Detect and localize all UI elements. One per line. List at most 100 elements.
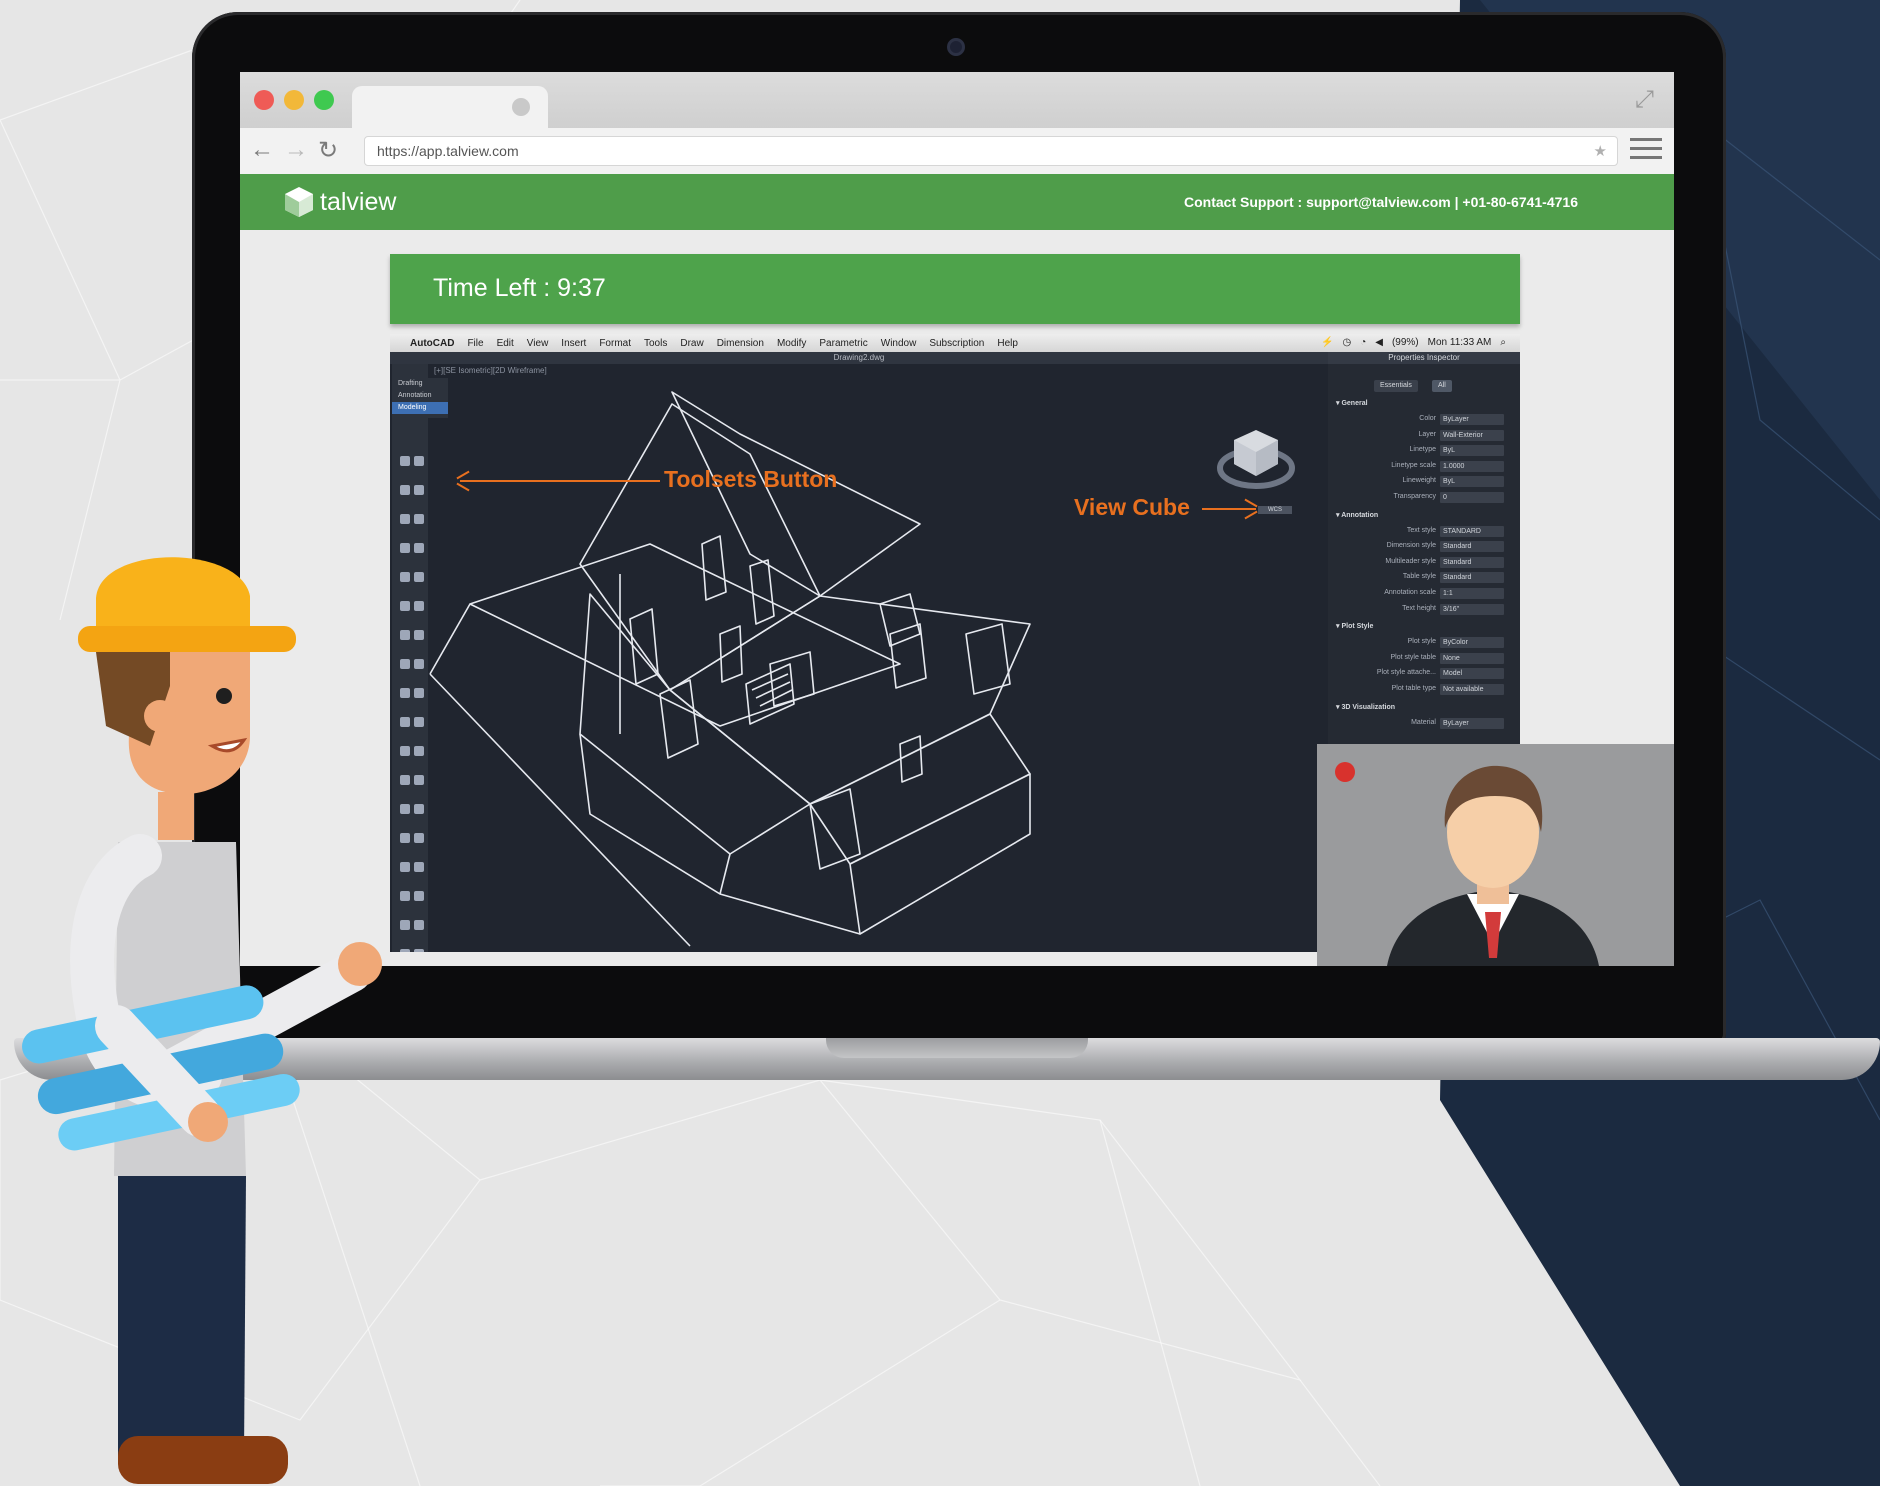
toolset-item-selected[interactable]: Modeling xyxy=(392,402,448,414)
property-key: Linetype xyxy=(1409,446,1436,454)
reload-icon[interactable]: ↻ xyxy=(318,136,338,165)
menu-clock[interactable]: Mon 11:33 AM xyxy=(1428,337,1492,348)
tool-icon[interactable] xyxy=(400,514,410,524)
window-zoom-button[interactable] xyxy=(314,90,334,110)
property-key: Plot style table xyxy=(1390,653,1436,661)
property-key: Text style xyxy=(1406,526,1436,534)
property-row: Multileader style Standard xyxy=(1328,555,1520,571)
viewport-controls[interactable]: [+][SE Isometric][2D Wireframe] xyxy=(434,366,547,375)
tool-icon[interactable] xyxy=(400,543,410,553)
address-bar[interactable]: https://app.talview.com ★ xyxy=(364,136,1618,166)
menu-item[interactable]: File xyxy=(467,338,483,349)
property-value[interactable]: 1:1 xyxy=(1440,587,1504,599)
menu-item[interactable]: AutoCAD xyxy=(410,338,454,349)
property-value[interactable]: Standard xyxy=(1440,541,1504,553)
tool-icon[interactable] xyxy=(414,514,424,524)
contact-support[interactable]: Contact Support : support@talview.com | … xyxy=(1184,194,1578,210)
time-left-label: Time Left : 9:37 xyxy=(433,274,606,302)
menu-item[interactable]: Parametric xyxy=(819,338,867,349)
forward-icon[interactable]: → xyxy=(284,136,308,164)
property-value[interactable]: ByL xyxy=(1440,445,1504,457)
property-key: Dimension style xyxy=(1386,542,1436,550)
property-value[interactable]: 1.0000 xyxy=(1440,460,1504,472)
property-value[interactable]: Not available xyxy=(1440,683,1504,695)
mac-menu-bar: AutoCAD File Edit View Insert Format Too… xyxy=(390,334,1520,352)
browser-toolbar: ← → ↻ https://app.talview.com ★ xyxy=(240,128,1674,174)
property-value[interactable]: None xyxy=(1440,652,1504,664)
section-3d-visualization[interactable]: ▾ 3D Visualization xyxy=(1328,700,1520,716)
property-row: Material ByLayer xyxy=(1328,716,1520,732)
house-wireframe-drawing xyxy=(429,391,1031,947)
tool-icon[interactable] xyxy=(414,485,424,495)
section-annotation[interactable]: ▾ Annotation xyxy=(1328,508,1520,524)
menu-item[interactable]: Tools xyxy=(644,338,667,349)
section-general[interactable]: ▾ General xyxy=(1328,396,1520,412)
menu-item[interactable]: Dimension xyxy=(717,338,764,349)
wifi-icon[interactable]: ◔ xyxy=(1360,337,1366,348)
menu-item[interactable]: Format xyxy=(599,338,631,349)
browser-tab-strip: ⤢ xyxy=(240,72,1674,128)
menu-item[interactable]: Draw xyxy=(680,338,703,349)
spotlight-search-icon[interactable]: ⌕ xyxy=(1500,337,1506,348)
toolsets-button[interactable]: Drafting Annotation Modeling xyxy=(392,378,448,418)
window-close-button[interactable] xyxy=(254,90,274,110)
back-icon[interactable]: ← xyxy=(250,136,274,164)
menu-item[interactable]: Window xyxy=(881,338,917,349)
toolset-item[interactable]: Annotation xyxy=(392,390,448,402)
properties-tabs: Essentials All xyxy=(1328,364,1520,394)
property-value[interactable]: ByLayer xyxy=(1440,717,1504,729)
tool-icon[interactable] xyxy=(414,543,424,553)
property-value[interactable]: Model xyxy=(1440,668,1504,680)
property-row: Dimension style Standard xyxy=(1328,539,1520,555)
menu-item[interactable]: Help xyxy=(997,338,1018,349)
webcam-tile xyxy=(1317,744,1674,966)
tool-icon[interactable] xyxy=(400,456,410,466)
property-key: Color xyxy=(1419,415,1436,422)
wcs-menu[interactable]: WCS xyxy=(1258,506,1292,514)
fullscreen-icon[interactable]: ⤢ xyxy=(1635,86,1654,114)
window-minimize-button[interactable] xyxy=(284,90,304,110)
volume-icon[interactable]: ◀ xyxy=(1375,337,1383,348)
bookmark-star-icon[interactable]: ★ xyxy=(1594,142,1607,160)
tab-close-icon[interactable] xyxy=(512,98,530,116)
property-row: Color ByLayer xyxy=(1328,412,1520,428)
tab-essentials[interactable]: Essentials xyxy=(1374,380,1418,392)
property-value[interactable]: ByLayer xyxy=(1440,414,1504,425)
menu-item[interactable]: Insert xyxy=(561,338,586,349)
battery-percent[interactable]: (99%) xyxy=(1392,337,1419,348)
construction-worker-illustration xyxy=(22,557,382,1484)
property-row: Plot style attache... Model xyxy=(1328,666,1520,682)
document-title: Drawing2.dwg xyxy=(390,352,1328,364)
toolset-item[interactable]: Drafting xyxy=(392,378,448,390)
tool-icon[interactable] xyxy=(400,485,410,495)
time-machine-icon[interactable]: ◷ xyxy=(1342,337,1351,348)
property-value[interactable]: 3/16" xyxy=(1440,603,1504,615)
property-key: Plot table type xyxy=(1391,684,1436,692)
properties-title: Properties Inspector xyxy=(1328,352,1520,364)
menu-item[interactable]: Subscription xyxy=(929,338,984,349)
property-value[interactable]: Standard xyxy=(1440,556,1504,568)
property-value[interactable]: Wall-Exterior xyxy=(1440,429,1504,441)
property-row: Text style STANDARD xyxy=(1328,524,1520,540)
tool-icon[interactable] xyxy=(414,456,424,466)
property-value[interactable]: STANDARD xyxy=(1440,525,1504,537)
talview-logo[interactable]: talview xyxy=(284,186,396,218)
property-value[interactable]: 0 xyxy=(1440,491,1504,503)
property-value[interactable]: ByColor xyxy=(1440,637,1504,649)
property-value[interactable]: ByL xyxy=(1440,476,1504,488)
menu-item[interactable]: View xyxy=(527,338,549,349)
url-text: https://app.talview.com xyxy=(377,143,519,159)
menu-item[interactable]: Edit xyxy=(497,338,514,349)
browser-menu-icon[interactable] xyxy=(1630,138,1662,160)
property-value[interactable]: Standard xyxy=(1440,572,1504,584)
view-cube-icon[interactable] xyxy=(1216,426,1296,496)
toolsets-annotation-arrow xyxy=(460,480,660,482)
section-plot-style[interactable]: ▾ Plot Style xyxy=(1328,619,1520,635)
bolt-icon[interactable]: ⚡ xyxy=(1321,337,1333,348)
tab-all[interactable]: All xyxy=(1432,380,1452,392)
property-row: Linetype scale 1.0000 xyxy=(1328,459,1520,475)
laptop-base-notch xyxy=(826,1038,1088,1058)
menu-item[interactable]: Modify xyxy=(777,338,806,349)
property-key: Multileader style xyxy=(1385,557,1436,565)
property-key: Linetype scale xyxy=(1391,461,1436,469)
